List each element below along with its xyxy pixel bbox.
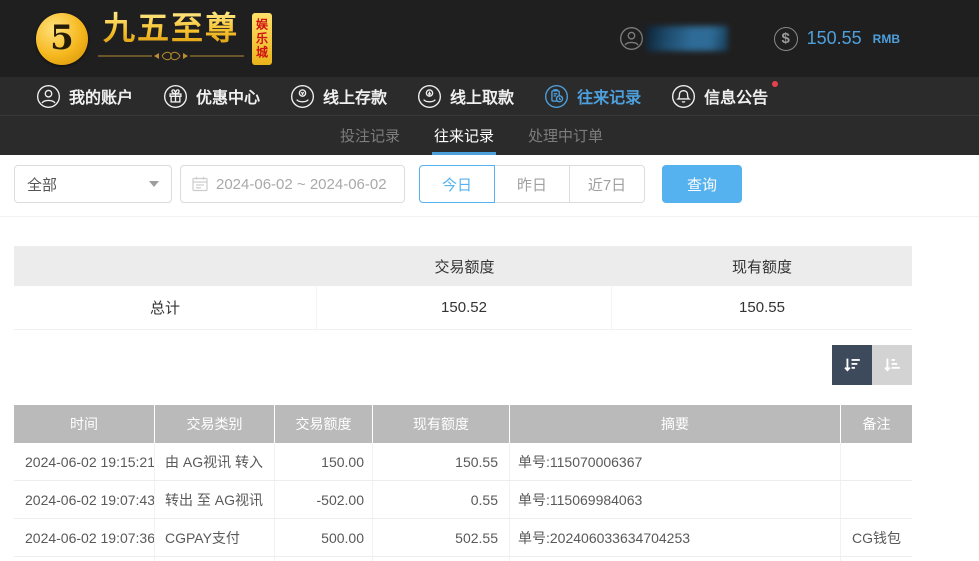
col-type: 交易类别 bbox=[155, 405, 275, 443]
brand-title: 九五至尊 bbox=[103, 11, 239, 46]
cell-type: 由 AG视讯 转入 bbox=[155, 443, 275, 480]
cell-time: 2024-06-02 19:07:43 bbox=[14, 481, 155, 518]
site-logo[interactable]: 5 九五至尊 娱乐城 bbox=[36, 11, 272, 65]
sort-ascending-button[interactable] bbox=[872, 345, 912, 385]
user-icon bbox=[619, 26, 644, 51]
top-header: 5 九五至尊 娱乐城 $ bbox=[0, 0, 979, 77]
records-header-row: 时间 交易类别 交易额度 现有额度 摘要 备注 bbox=[14, 405, 912, 443]
table-row: 2024-06-02 19:07:43 转出 至 AG视讯 -502.00 0.… bbox=[14, 481, 912, 519]
table-row: 2024-06-02 19:15:21 由 AG视讯 转入 150.00 150… bbox=[14, 443, 912, 481]
summary-header-balance: 现有额度 bbox=[612, 246, 912, 286]
cell-summary: 单号:115069984063 bbox=[510, 481, 841, 518]
user-account[interactable] bbox=[619, 26, 728, 51]
date-range-input[interactable]: 2024-06-02 ~ 2024-06-02 bbox=[180, 165, 405, 203]
summary-total-label: 总计 bbox=[14, 286, 317, 329]
app-root: 5 九五至尊 娱乐城 $ bbox=[0, 0, 979, 561]
logo-flourish-icon bbox=[96, 48, 246, 66]
col-time: 时间 bbox=[14, 405, 155, 443]
chevron-down-icon bbox=[149, 181, 159, 187]
record-tabs: 投注记录 往来记录 处理中订单 bbox=[0, 115, 979, 155]
summary-total-transaction: 150.52 bbox=[317, 286, 612, 329]
nav-item-transactions[interactable]: 往来记录 bbox=[544, 84, 641, 109]
cell-balance: 0.55 bbox=[373, 481, 510, 518]
logo-monogram-icon: 5 bbox=[36, 13, 88, 65]
deposit-icon bbox=[290, 84, 315, 109]
balance-currency: RMB bbox=[873, 32, 900, 46]
cell-time: 2024-06-02 19:15:21 bbox=[14, 443, 155, 480]
wallet-balance[interactable]: $ 150.55 RMB bbox=[774, 27, 900, 51]
table-row-clipped bbox=[14, 557, 912, 561]
quick-date-group: 今日 昨日 近7日 bbox=[419, 165, 645, 203]
tab-pending-orders[interactable]: 处理中订单 bbox=[526, 116, 605, 155]
summary-total-row: 总计 150.52 150.55 bbox=[14, 286, 912, 330]
date-range-value: 2024-06-02 ~ 2024-06-02 bbox=[216, 176, 387, 193]
cell-amount: -502.00 bbox=[275, 481, 373, 518]
notification-dot bbox=[772, 81, 778, 87]
sort-button-group bbox=[832, 345, 912, 385]
records-table: 时间 交易类别 交易额度 现有额度 摘要 备注 2024-06-02 19:15… bbox=[14, 405, 912, 561]
table-row: 2024-06-02 19:07:36 CGPAY支付 500.00 502.5… bbox=[14, 519, 912, 557]
cell-type: CGPAY支付 bbox=[155, 519, 275, 556]
nav-item-my-account[interactable]: 我的账户 bbox=[36, 84, 133, 109]
summary-header-empty bbox=[14, 246, 317, 286]
brand-badge: 娱乐城 bbox=[252, 13, 272, 65]
cell-type: 转出 至 AG视讯 bbox=[155, 481, 275, 518]
cell-summary: 单号:202406033634704253 bbox=[510, 519, 841, 556]
account-icon bbox=[36, 84, 61, 109]
quick-last7days-button[interactable]: 近7日 bbox=[569, 165, 645, 203]
content-area: 全部 2024-06-02 ~ 2024-06-02 今日 昨日 近7日 查询 … bbox=[0, 155, 979, 561]
dollar-coin-icon: $ bbox=[774, 27, 798, 51]
cell-balance: 150.55 bbox=[373, 443, 510, 480]
type-select[interactable]: 全部 bbox=[14, 165, 172, 203]
col-summary: 摘要 bbox=[510, 405, 841, 443]
nav-item-withdraw[interactable]: 线上取款 bbox=[417, 84, 514, 109]
quick-yesterday-button[interactable]: 昨日 bbox=[494, 165, 570, 203]
bell-icon bbox=[671, 84, 696, 109]
balance-amount: 150.55 bbox=[807, 28, 862, 49]
summary-header-row: 交易额度 现有额度 bbox=[14, 246, 912, 286]
username-blurred bbox=[646, 26, 728, 51]
nav-item-deposit[interactable]: 线上存款 bbox=[290, 84, 387, 109]
main-nav: 我的账户 优惠中心 线上存款 线上取款 往来记录 bbox=[0, 77, 979, 115]
nav-item-promotions[interactable]: 优惠中心 bbox=[163, 84, 260, 109]
col-amount: 交易额度 bbox=[275, 405, 373, 443]
col-balance: 现有额度 bbox=[373, 405, 510, 443]
cell-amount: 500.00 bbox=[275, 519, 373, 556]
type-select-value: 全部 bbox=[27, 174, 57, 195]
cell-note: CG钱包 bbox=[841, 519, 912, 556]
cell-time: 2024-06-02 19:07:36 bbox=[14, 519, 155, 556]
search-button[interactable]: 查询 bbox=[662, 165, 742, 203]
summary-total-balance: 150.55 bbox=[612, 286, 912, 329]
nav-item-announcements[interactable]: 信息公告 bbox=[671, 84, 768, 109]
records-icon bbox=[544, 84, 569, 109]
col-note: 备注 bbox=[841, 405, 912, 443]
quick-today-button[interactable]: 今日 bbox=[419, 165, 495, 203]
gift-icon bbox=[163, 84, 188, 109]
cell-note bbox=[841, 443, 912, 480]
summary-header-transaction: 交易额度 bbox=[317, 246, 612, 286]
tab-transaction-records[interactable]: 往来记录 bbox=[432, 116, 496, 155]
sort-descending-icon bbox=[841, 354, 863, 376]
sort-ascending-icon bbox=[881, 354, 903, 376]
withdraw-icon bbox=[417, 84, 442, 109]
cell-summary: 单号:115070006367 bbox=[510, 443, 841, 480]
cell-note bbox=[841, 481, 912, 518]
calendar-icon bbox=[191, 175, 209, 193]
tab-bet-records[interactable]: 投注记录 bbox=[338, 116, 402, 155]
cell-amount: 150.00 bbox=[275, 443, 373, 480]
filter-divider bbox=[0, 216, 979, 217]
cell-balance: 502.55 bbox=[373, 519, 510, 556]
sort-descending-button[interactable] bbox=[832, 345, 872, 385]
summary-table: 交易额度 现有额度 总计 150.52 150.55 bbox=[14, 246, 912, 330]
